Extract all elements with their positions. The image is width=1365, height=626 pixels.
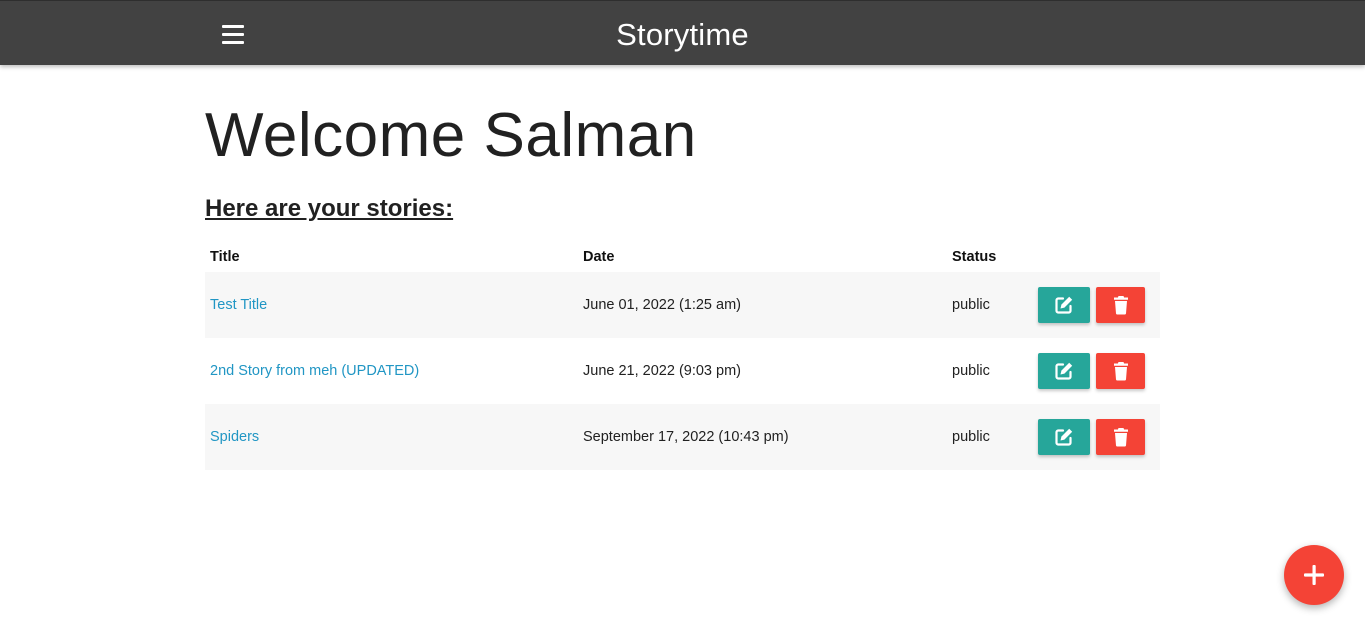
story-status: public <box>947 404 1032 470</box>
brand-link[interactable]: Storytime <box>616 17 749 52</box>
trash-icon <box>1113 428 1128 447</box>
edit-icon <box>1055 296 1073 314</box>
story-title-cell: Spiders <box>205 404 578 470</box>
story-status: public <box>947 272 1032 338</box>
story-actions <box>1032 338 1160 404</box>
page-title: Welcome Salman <box>205 101 697 170</box>
story-title-link[interactable]: Test Title <box>210 297 267 313</box>
plus-icon <box>1304 565 1324 585</box>
trash-icon <box>1113 362 1128 381</box>
edit-icon <box>1055 362 1073 380</box>
add-story-button[interactable] <box>1284 545 1344 605</box>
story-title-link[interactable]: Spiders <box>210 429 259 445</box>
main-content: Welcome Salman Here are your stories: Ti… <box>205 65 1160 470</box>
stories-subtitle: Here are your stories: <box>205 195 454 222</box>
story-date: June 01, 2022 (1:25 am) <box>578 272 947 338</box>
delete-story-button[interactable] <box>1096 287 1145 323</box>
table-row: Spiders September 17, 2022 (10:43 pm) pu… <box>205 404 1160 470</box>
brand-logo: Storytime <box>0 1 1365 66</box>
header-date: Date <box>583 249 615 265</box>
edit-story-button[interactable] <box>1038 353 1090 389</box>
hamburger-menu-icon[interactable] <box>218 19 248 49</box>
trash-icon <box>1113 296 1128 315</box>
story-status: public <box>947 338 1032 404</box>
story-date: June 21, 2022 (9:03 pm) <box>578 338 947 404</box>
edit-icon <box>1055 428 1073 446</box>
header-actions <box>1032 242 1160 272</box>
header-status: Status <box>952 249 997 265</box>
story-actions <box>1032 404 1160 470</box>
table-header-row: Title Date Status <box>205 242 1160 272</box>
navbar: Storytime <box>0 0 1365 65</box>
story-title-cell: 2nd Story from meh (UPDATED) <box>205 338 578 404</box>
edit-story-button[interactable] <box>1038 419 1090 455</box>
table-row: Test Title June 01, 2022 (1:25 am) publi… <box>205 272 1160 338</box>
story-title-link[interactable]: 2nd Story from meh (UPDATED) <box>210 363 419 379</box>
story-actions <box>1032 272 1160 338</box>
stories-table: Title Date Status Test Title June 01, 20… <box>205 242 1160 470</box>
story-date: September 17, 2022 (10:43 pm) <box>578 404 947 470</box>
delete-story-button[interactable] <box>1096 419 1145 455</box>
edit-story-button[interactable] <box>1038 287 1090 323</box>
table-row: 2nd Story from meh (UPDATED) June 21, 20… <box>205 338 1160 404</box>
story-title-cell: Test Title <box>205 272 578 338</box>
header-title: Title <box>210 249 240 265</box>
delete-story-button[interactable] <box>1096 353 1145 389</box>
